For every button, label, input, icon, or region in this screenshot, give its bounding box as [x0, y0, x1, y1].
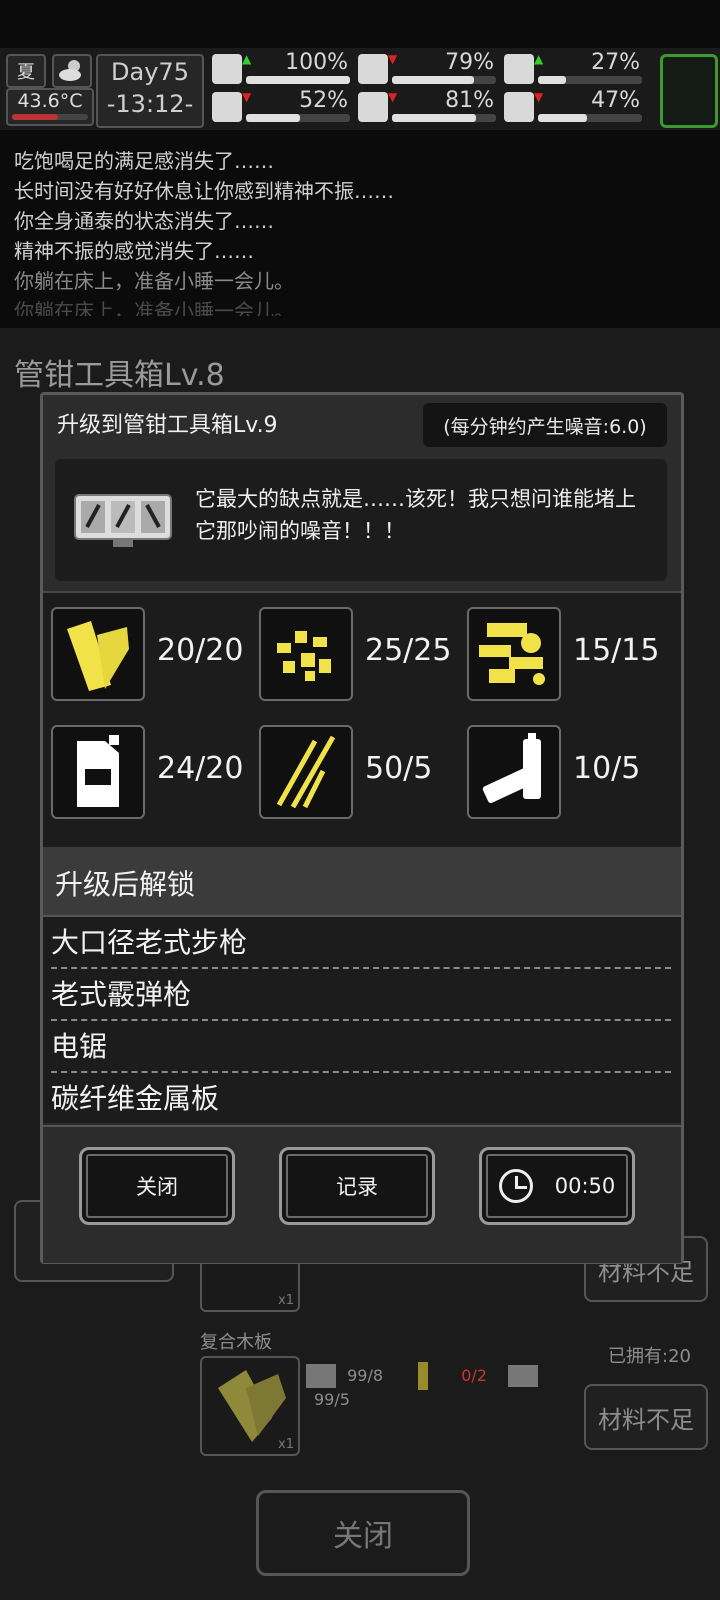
log-line: 你全身通泰的状态消失了……: [14, 209, 274, 233]
upgrade-dialog: 升级到管钳工具箱Lv.9 (每分钟约产生噪音:6.0) 它最大的缺点就是……该死…: [40, 392, 684, 1264]
planks-small-icon: [306, 1364, 336, 1388]
time-label: -13:12-: [106, 90, 194, 118]
status-bar: 夏 43.6°C Day75 -13:12- ▲ 100% ▼ 79% ▲ 27…: [0, 48, 720, 130]
temperature-value: 43.6°C: [17, 90, 83, 112]
stat-mood: ▼ 47%: [504, 88, 644, 124]
unlock-item: 老式霰弹枪: [51, 978, 192, 1011]
background-title: 管钳工具箱Lv.8: [14, 358, 225, 393]
weather-icon: [52, 54, 92, 88]
unlock-item: 电锯: [51, 1030, 108, 1063]
noise-badge: (每分钟约产生噪音:6.0): [423, 403, 667, 447]
day-label: Day75: [111, 58, 189, 86]
background-close-button[interactable]: 关闭: [256, 1490, 470, 1576]
scrap-metal-icon: [259, 607, 353, 701]
unlock-header: 升级后解锁: [43, 847, 681, 917]
mechanical-parts-icon: [467, 607, 561, 701]
season-label: 夏: [17, 62, 35, 83]
log-line: 你躺在床上，准备小睡一会儿。: [14, 269, 294, 293]
material-slot[interactable]: 50/5: [253, 725, 463, 819]
clock-icon: [498, 1169, 533, 1203]
medkit-icon: [212, 54, 242, 84]
close-button[interactable]: 关闭: [79, 1147, 235, 1225]
log-line: 精神不振的感觉消失了……: [14, 239, 254, 263]
owned-count: 已拥有:20: [608, 1346, 691, 1367]
background-item-name: 复合木板: [200, 1332, 272, 1353]
stat-health: ▲ 100%: [212, 50, 352, 86]
fuel-canister-icon: [51, 725, 145, 819]
unlock-list: 大口径老式步枪 老式霰弹枪 电锯 碳纤维金属板: [43, 917, 681, 1123]
batteries-icon: [467, 725, 561, 819]
stat-bladder: ▲ 27%: [504, 50, 644, 86]
description-text: 它最大的缺点就是……该死！我只想问谁能堵上它那吵闹的噪音！！！: [195, 487, 636, 543]
material-slot[interactable]: 15/15: [461, 607, 671, 701]
log-line: 你躺在床上，准备小睡一会儿。: [14, 299, 294, 316]
bladder-icon: [504, 54, 534, 84]
heart-icon: [504, 92, 534, 122]
day-time-panel: Day75 -13:12-: [96, 54, 204, 128]
stomach-icon: [358, 54, 388, 84]
water-drop-icon: [358, 92, 388, 122]
dialog-title: 升级到管钳工具箱Lv.9: [57, 413, 278, 438]
requirement-row: 99/8 0/2 99/5: [306, 1362, 566, 1409]
wires-icon: [259, 725, 353, 819]
stat-stamina: ▼ 52%: [212, 88, 352, 124]
season-badge: 夏: [6, 54, 46, 88]
material-slot[interactable]: 24/20: [45, 725, 255, 819]
log-line: 长时间没有好好休息让你感到精神不振……: [14, 179, 394, 203]
record-button[interactable]: 记录: [279, 1147, 435, 1225]
material-slot[interactable]: 25/25: [253, 607, 463, 701]
dialog-button-row: 关闭 记录 00:50: [43, 1125, 681, 1263]
material-slot[interactable]: 10/5: [461, 725, 671, 819]
message-log: 吃饱喝足的满足感消失了…… 长时间没有好好休息让你感到精神不振…… 你全身通泰的…: [14, 146, 714, 316]
temperature-display: 43.6°C: [6, 88, 94, 126]
status-indicator-box[interactable]: [660, 54, 718, 128]
temperature-bar: [12, 114, 88, 120]
log-line: 吃饱喝足的满足感消失了……: [14, 149, 274, 173]
timer-upgrade-button[interactable]: 00:50: [479, 1147, 635, 1225]
materials-grid: 20/20 25/25 15/15 24/20 50/5 10/5: [43, 591, 681, 849]
material-slot[interactable]: 20/20: [45, 607, 255, 701]
stat-thirst: ▼ 81%: [358, 88, 498, 124]
toolbox-icon: [74, 494, 172, 547]
unlock-item: 碳纤维金属板: [51, 1082, 220, 1115]
flashlight-icon: [418, 1362, 429, 1390]
wood-planks-icon: [51, 607, 145, 701]
insufficient-button[interactable]: 材料不足: [584, 1384, 708, 1450]
crate-small-icon: [508, 1365, 539, 1387]
unlock-item: 大口径老式步枪: [51, 926, 248, 959]
stat-hunger: ▼ 79%: [358, 50, 498, 86]
plywood-icon: x1: [200, 1356, 300, 1456]
boot-icon: [212, 92, 242, 122]
description-box: 它最大的缺点就是……该死！我只想问谁能堵上它那吵闹的噪音！！！: [55, 459, 667, 581]
